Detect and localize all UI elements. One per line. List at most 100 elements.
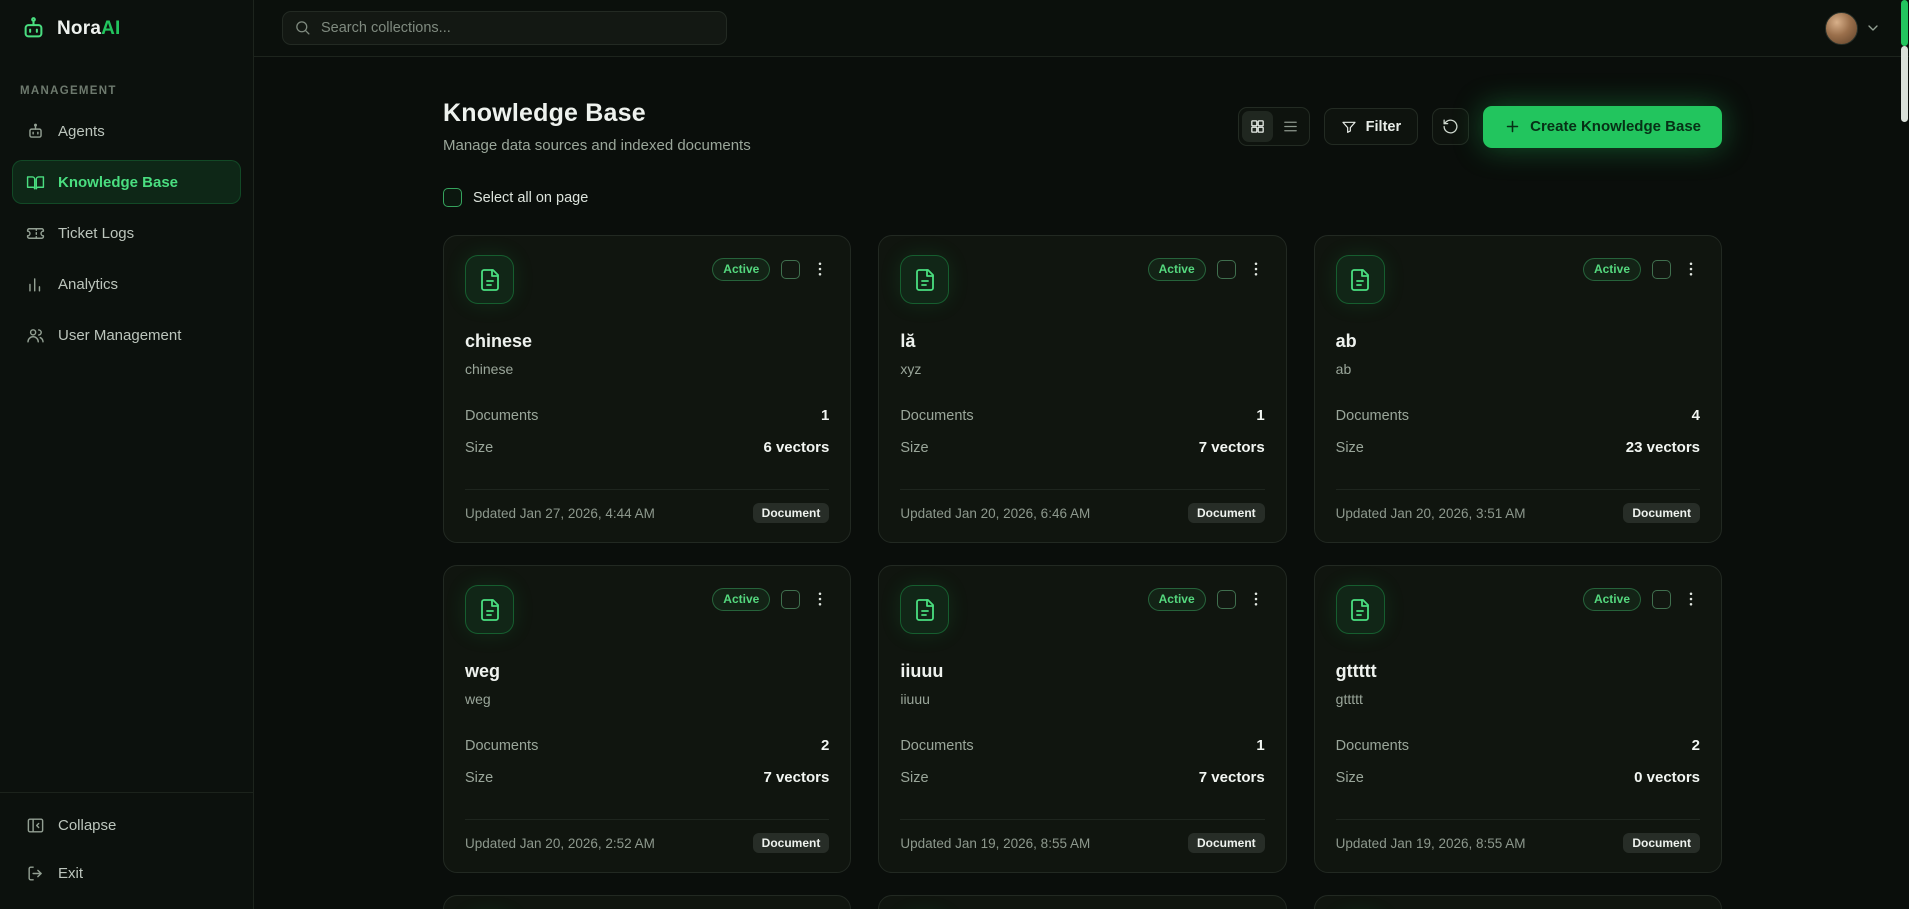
list-view-button[interactable] [1275, 111, 1306, 142]
card-footer: Updated Jan 20, 2026, 6:46 AM Document [900, 489, 1264, 523]
ticket-logs-icon [26, 224, 45, 243]
kebab-menu-icon[interactable] [811, 590, 829, 608]
size-value: 7 vectors [1199, 439, 1265, 456]
knowledge-base-card[interactable]: Active Documents Size [1314, 895, 1722, 909]
document-type-badge: Document [1188, 833, 1265, 853]
size-label: Size [900, 770, 928, 786]
card-stats: Documents 1 Size 6 vectors [465, 407, 829, 456]
card-controls: Active [1148, 588, 1265, 611]
card-stats: Documents 2 Size 7 vectors [465, 737, 829, 786]
card-updated-text: Updated Jan 19, 2026, 8:55 AM [900, 836, 1090, 851]
sidebar: NoraAI MANAGEMENT Agents Knowledge Base [0, 0, 254, 909]
documents-stat-row: Documents 2 [465, 737, 829, 754]
brand-name: NoraAI [57, 18, 121, 40]
documents-value: 1 [1256, 737, 1264, 754]
exit-icon [26, 864, 45, 883]
select-all-checkbox[interactable] [443, 188, 462, 207]
refresh-icon [1442, 118, 1459, 135]
collapse-button[interactable]: Collapse [12, 803, 241, 847]
card-checkbox[interactable] [781, 260, 800, 279]
size-value: 0 vectors [1634, 769, 1700, 786]
search-wrap [282, 11, 727, 45]
documents-stat-row: Documents 4 [1336, 407, 1700, 424]
knowledge-base-card[interactable]: Active iiuuu iiuuu Documents 1 Size 7 ve… [878, 565, 1286, 873]
kebab-menu-icon[interactable] [1682, 260, 1700, 278]
card-top: Active [465, 255, 829, 304]
cards-grid: Active chinese chinese Documents 1 Size … [443, 235, 1722, 909]
documents-label: Documents [1336, 738, 1409, 754]
card-footer: Updated Jan 19, 2026, 8:55 AM Document [1336, 819, 1700, 853]
size-label: Size [465, 440, 493, 456]
documents-value: 2 [821, 737, 829, 754]
sidebar-item-label: Ticket Logs [58, 225, 134, 242]
knowledge-base-card[interactable]: Active chinese chinese Documents 1 Size … [443, 235, 851, 543]
card-checkbox[interactable] [1652, 590, 1671, 609]
agents-icon [26, 122, 45, 141]
create-knowledge-base-label: Create Knowledge Base [1530, 118, 1701, 135]
documents-label: Documents [465, 738, 538, 754]
status-badge: Active [712, 258, 770, 281]
sidebar-item-user-management[interactable]: User Management [12, 313, 241, 357]
card-controls: Active [712, 588, 829, 611]
card-stats: Documents 2 Size 0 vectors [1336, 737, 1700, 786]
sidebar-item-knowledge-base[interactable]: Knowledge Base [12, 160, 241, 204]
kebab-menu-icon[interactable] [1247, 590, 1265, 608]
status-badge: Active [1583, 258, 1641, 281]
sidebar-item-label: Knowledge Base [58, 174, 178, 191]
select-all-label: Select all on page [473, 190, 588, 206]
plus-icon [1504, 118, 1521, 135]
size-value: 23 vectors [1626, 439, 1700, 456]
documents-label: Documents [1336, 408, 1409, 424]
create-knowledge-base-button[interactable]: Create Knowledge Base [1483, 106, 1722, 148]
document-type-badge: Document [753, 503, 830, 523]
documents-label: Documents [900, 738, 973, 754]
knowledge-base-card[interactable]: Active lă xyz Documents 1 Size 7 vectors… [878, 235, 1286, 543]
knowledge-base-card[interactable]: Active ab ab Documents 4 Size 23 vectors… [1314, 235, 1722, 543]
grid-view-button[interactable] [1242, 111, 1273, 142]
filter-button[interactable]: Filter [1324, 108, 1418, 145]
app-root: NoraAI MANAGEMENT Agents Knowledge Base [0, 0, 1909, 909]
kebab-menu-icon[interactable] [1682, 590, 1700, 608]
size-value: 7 vectors [1199, 769, 1265, 786]
user-management-icon [26, 326, 45, 345]
sidebar-item-analytics[interactable]: Analytics [12, 262, 241, 306]
card-subtitle: ab [1336, 361, 1700, 377]
document-type-badge: Document [753, 833, 830, 853]
select-all-row: Select all on page [443, 188, 1722, 207]
size-stat-row: Size 7 vectors [900, 769, 1264, 786]
sidebar-item-ticket-logs[interactable]: Ticket Logs [12, 211, 241, 255]
documents-stat-row: Documents 1 [900, 407, 1264, 424]
knowledge-base-card[interactable]: Active Documents Size [443, 895, 851, 909]
card-checkbox[interactable] [1652, 260, 1671, 279]
sidebar-footer: Collapse Exit [0, 792, 253, 901]
search-input[interactable] [282, 11, 727, 45]
size-stat-row: Size 7 vectors [900, 439, 1264, 456]
exit-button[interactable]: Exit [12, 851, 241, 895]
size-value: 7 vectors [763, 769, 829, 786]
knowledge-base-card[interactable]: Active gttttt gttttt Documents 2 Size 0 … [1314, 565, 1722, 873]
scrollbar-thumb[interactable] [1901, 46, 1908, 122]
kebab-menu-icon[interactable] [811, 260, 829, 278]
kebab-menu-icon[interactable] [1247, 260, 1265, 278]
card-checkbox[interactable] [781, 590, 800, 609]
size-stat-row: Size 23 vectors [1336, 439, 1700, 456]
page-header-text: Knowledge Base Manage data sources and i… [443, 99, 751, 154]
documents-value: 2 [1692, 737, 1700, 754]
scrollbar-accent [1901, 0, 1908, 46]
knowledge-base-card[interactable]: Active weg weg Documents 2 Size 7 vector… [443, 565, 851, 873]
chevron-down-icon[interactable] [1865, 20, 1881, 36]
knowledge-base-card[interactable]: Active Documents Size [878, 895, 1286, 909]
card-checkbox[interactable] [1217, 260, 1236, 279]
card-top: Active [900, 255, 1264, 304]
document-icon [900, 585, 949, 634]
documents-stat-row: Documents 1 [900, 737, 1264, 754]
refresh-button[interactable] [1432, 108, 1469, 145]
card-subtitle: gttttt [1336, 691, 1700, 707]
document-icon [465, 255, 514, 304]
avatar[interactable] [1825, 12, 1858, 45]
sidebar-item-agents[interactable]: Agents [12, 109, 241, 153]
page-subtitle: Manage data sources and indexed document… [443, 137, 751, 154]
analytics-icon [26, 275, 45, 294]
grid-view-icon [1249, 118, 1266, 135]
card-checkbox[interactable] [1217, 590, 1236, 609]
